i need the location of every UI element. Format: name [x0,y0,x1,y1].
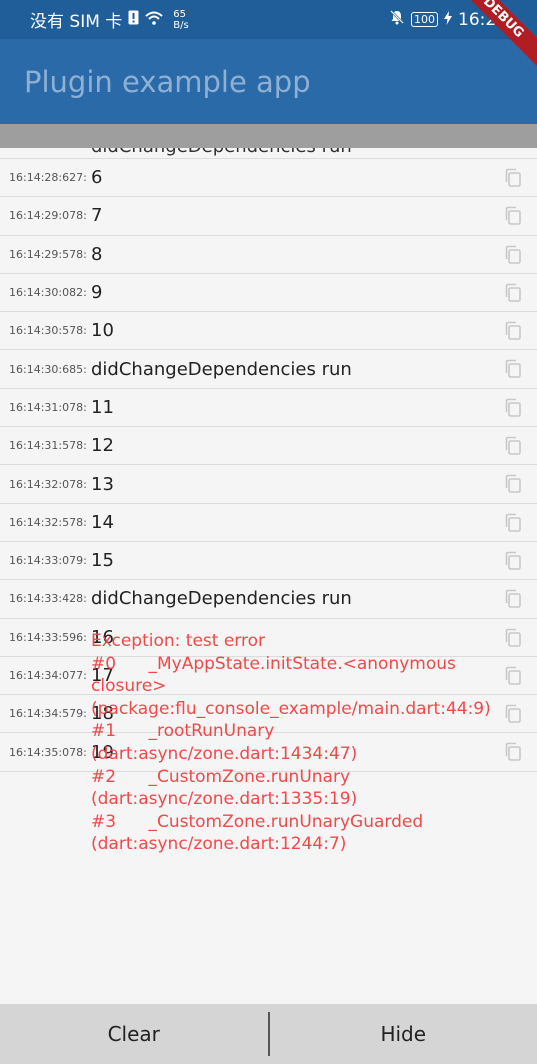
copy-icon[interactable] [503,168,523,188]
status-left: 没有 SIM 卡 65 B/s [30,0,189,39]
copy-icon[interactable] [503,398,523,418]
log-message: 11 [91,396,114,418]
error-stack-trace: Exception: test error #0 _MyAppState.ini… [91,631,491,855]
log-timestamp: 16:14:33:428: [9,592,87,606]
log-message: 8 [91,243,103,265]
log-row: 16:14:31:578: 12 [0,427,537,466]
copy-icon[interactable] [503,589,523,609]
log-message: didChangeDependencies run [91,588,352,610]
console-overlay-top [0,124,537,148]
log-timestamp: 16:14:33:079: [9,554,87,568]
battery-indicator: 100 [411,12,438,27]
copy-icon[interactable] [503,551,523,571]
page-title: Plugin example app [24,65,311,99]
log-message: 10 [91,320,114,342]
log-timestamp: 16:14:32:078: [9,477,87,491]
clear-button[interactable]: Clear [0,1004,268,1064]
log-timestamp: 16:14:30:578: [9,324,87,338]
copy-icon[interactable] [503,206,523,226]
log-timestamp: 16:14:32:578: [9,515,87,529]
log-message: didChangeDependencies run [91,148,352,157]
log-timestamp: 16:14:35:078: [9,745,87,759]
network-speed: 65 B/s [173,9,188,31]
log-timestamp: 16:14:31:578: [9,439,87,453]
log-timestamp: 16:14:34:579: [9,707,87,721]
log-timestamp: 16:14:30:082: [9,286,87,300]
copy-icon[interactable] [503,474,523,494]
log-message: 9 [91,282,103,304]
network-speed-unit: B/s [173,19,189,31]
log-timestamp: 16:14:34:077: [9,669,87,682]
copy-icon[interactable] [503,513,523,533]
log-row-partial: didChangeDependencies run [0,148,537,159]
log-row: 16:14:31:078: 11 [0,389,537,428]
copy-icon[interactable] [503,245,523,265]
log-row: 16:14:29:078: 7 [0,197,537,236]
log-message: 15 [91,550,114,572]
log-timestamp: 16:14:29:078: [9,209,87,223]
log-timestamp: 16:14:29:578: [9,247,87,261]
hide-button[interactable]: Hide [270,1004,537,1064]
log-list[interactable]: didChangeDependencies run 16:14:28:627: 6… [0,148,537,1004]
status-bar: 没有 SIM 卡 65 B/s 100 16:29 [0,0,537,39]
log-message: 12 [91,435,114,457]
copy-icon[interactable] [503,283,523,303]
log-row: 16:14:33:428: didChangeDependencies run [0,580,537,619]
log-row: 16:14:32:078: 13 [0,465,537,504]
network-speed-value: 65 [173,8,187,20]
bell-muted-icon [389,9,405,30]
charging-icon [444,10,452,30]
copy-icon[interactable] [503,359,523,379]
log-timestamp: 16:14:30:685: [9,362,87,376]
log-message: 14 [91,511,114,533]
log-message: didChangeDependencies run [91,358,352,380]
log-row: 16:14:30:685: didChangeDependencies run [0,350,537,389]
log-message: 7 [91,205,103,227]
console-actions: Clear Hide [0,1004,537,1064]
log-message: 6 [91,167,103,189]
log-timestamp: 16:14:31:078: [9,400,87,414]
log-row: 16:14:30:082: 9 [0,274,537,313]
app-bar: Plugin example app [0,39,537,124]
log-row: 16:14:28:627: 6 [0,159,537,198]
log-row: 16:14:30:578: 10 [0,312,537,351]
carrier-text: 没有 SIM 卡 [30,12,123,32]
log-timestamp: 16:14:28:627: [9,171,87,185]
log-row: 16:14:29:578: 8 [0,236,537,274]
log-timestamp: 16:14:33:596: [9,630,87,644]
copy-icon[interactable] [503,321,523,341]
log-row: 16:14:32:578: 14 [0,504,537,542]
log-row: 16:14:33:079: 15 [0,542,537,581]
copy-icon[interactable] [503,436,523,456]
sim-icon [128,10,139,30]
wifi-icon [145,10,163,30]
log-message: 13 [91,473,114,495]
